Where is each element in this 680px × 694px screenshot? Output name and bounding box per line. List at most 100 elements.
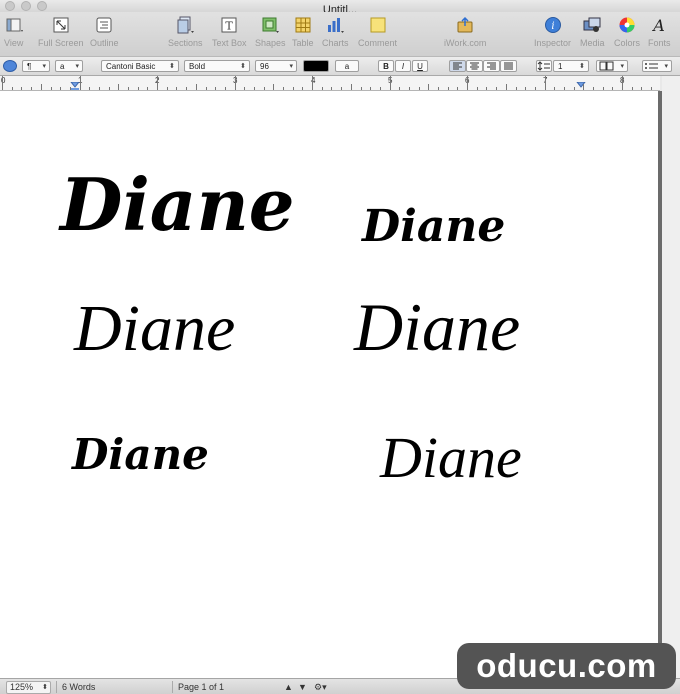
view-button[interactable]: View <box>4 16 23 48</box>
ruler-tick <box>341 87 343 90</box>
script-sample-6: Diane <box>380 425 522 490</box>
italic-button[interactable]: I <box>395 60 411 72</box>
outline-button[interactable]: Outline <box>90 16 119 48</box>
ruler-tick <box>389 76 391 90</box>
ruler-tick <box>641 87 643 90</box>
font-size-combo[interactable]: 96 ▾ <box>255 60 297 72</box>
document-page[interactable]: Diane Diane Diane Diane Diane Diane <box>0 91 658 678</box>
fonts-button[interactable]: A Fonts <box>648 16 671 48</box>
bold-button[interactable]: B <box>378 60 394 72</box>
align-right-button[interactable] <box>483 60 500 72</box>
page-down-button[interactable]: ▼ <box>298 681 307 693</box>
ruler-tick <box>224 87 226 90</box>
svg-text:i: i <box>551 21 554 32</box>
ruler-tick <box>195 84 197 90</box>
font-style-select[interactable]: Bold ⬍ <box>184 60 250 72</box>
table-icon <box>295 17 311 33</box>
ruler-tick <box>467 76 468 90</box>
ruler-tick <box>505 84 507 90</box>
highlight-color-well[interactable]: a <box>335 60 359 72</box>
ruler-tick <box>31 87 33 90</box>
ruler-tick <box>302 87 304 90</box>
ruler-tick <box>544 76 546 90</box>
line-spacing-select[interactable]: 1 ⬍ <box>553 60 589 72</box>
media-button[interactable]: Media <box>580 16 605 48</box>
text-color-well[interactable] <box>303 60 329 72</box>
underline-button[interactable]: U <box>412 60 428 72</box>
inspector-button[interactable]: i Inspector <box>534 16 571 48</box>
title-bar: Untitl... <box>0 0 680 16</box>
align-right-icon <box>487 62 496 70</box>
line-spacing-icon <box>537 61 550 71</box>
align-center-button[interactable] <box>466 60 483 72</box>
ruler-tick <box>612 87 614 90</box>
ruler-tick <box>486 87 488 90</box>
horizontal-ruler[interactable]: 0 1 2 3 4 5 6 7 8 <box>0 76 660 91</box>
comment-button[interactable]: Comment <box>358 16 397 48</box>
updown-arrows-icon: ⬍ <box>240 63 246 70</box>
window-controls <box>5 1 47 11</box>
text-box-button[interactable]: T Text Box <box>212 16 247 48</box>
ruler-tick <box>370 87 372 90</box>
ruler-tick <box>321 87 323 90</box>
ruler-tick <box>283 87 284 90</box>
ruler-tick <box>457 87 459 90</box>
full-screen-icon <box>53 17 69 33</box>
colors-button[interactable]: Colors <box>614 16 640 48</box>
ruler-tick <box>554 87 556 90</box>
styles-drawer-button[interactable] <box>3 60 17 72</box>
ruler-tick <box>399 87 401 90</box>
list-style-select[interactable]: ▾ <box>642 60 672 72</box>
right-indent-marker-icon[interactable] <box>576 82 586 90</box>
ruler-tick <box>79 76 81 90</box>
columns-select[interactable]: ▾ <box>596 60 628 72</box>
close-window-button[interactable] <box>5 1 15 11</box>
fonts-icon: A <box>651 16 665 34</box>
ruler-tick <box>21 87 23 90</box>
ruler-tick <box>234 76 236 90</box>
ruler-tick <box>622 76 623 90</box>
full-screen-button[interactable]: Full Screen <box>38 16 84 48</box>
minimize-window-button[interactable] <box>21 1 31 11</box>
word-count[interactable]: 6 Words <box>56 681 95 693</box>
ruler-tick <box>2 76 3 90</box>
charts-icon <box>328 18 345 33</box>
text-box-icon: T <box>221 17 237 33</box>
sections-icon <box>177 16 195 34</box>
chevron-down-icon: ▾ <box>75 63 79 70</box>
left-indent-marker-icon[interactable] <box>70 82 80 90</box>
paragraph-style-select[interactable]: ¶ ▾ <box>22 60 50 72</box>
ruler-tick <box>292 87 294 90</box>
ruler-tick <box>205 87 207 90</box>
media-icon <box>583 17 601 32</box>
sections-button[interactable]: Sections <box>168 16 203 48</box>
columns-icon <box>599 61 614 71</box>
page-up-button[interactable]: ▲ <box>284 681 293 693</box>
zoom-window-button[interactable] <box>37 1 47 11</box>
justify-icon <box>504 62 513 70</box>
vertical-scrollbar[interactable] <box>662 76 680 678</box>
ruler-tick <box>50 87 52 90</box>
shapes-button[interactable]: Shapes <box>255 16 286 48</box>
character-style-select[interactable]: a ▾ <box>55 60 83 72</box>
triangle-up-icon: ▲ <box>284 682 293 692</box>
table-button[interactable]: Table <box>292 16 314 48</box>
ruler-tick <box>263 87 265 90</box>
script-sample-4: Diane <box>354 289 521 365</box>
align-left-button[interactable] <box>449 60 466 72</box>
iwork-button[interactable]: iWork.com <box>444 16 486 48</box>
chevron-down-icon: ▾ <box>664 63 668 70</box>
ruler-tick <box>447 87 449 90</box>
zoom-select[interactable]: 125% ⬍ <box>6 681 51 694</box>
font-family-select[interactable]: Cantoni Basic ⬍ <box>101 60 179 72</box>
line-spacing-button[interactable] <box>536 60 552 72</box>
script-sample-2: Diane <box>362 201 506 252</box>
action-menu-button[interactable]: ⚙▾ <box>314 681 327 693</box>
charts-button[interactable]: Charts <box>322 16 349 48</box>
bulleted-list-icon <box>645 63 658 69</box>
justify-button[interactable] <box>500 60 517 72</box>
ruler-tick <box>602 87 604 90</box>
ruler-tick <box>379 87 381 90</box>
color-wheel-icon <box>619 17 635 33</box>
ruler-tick <box>186 87 188 90</box>
